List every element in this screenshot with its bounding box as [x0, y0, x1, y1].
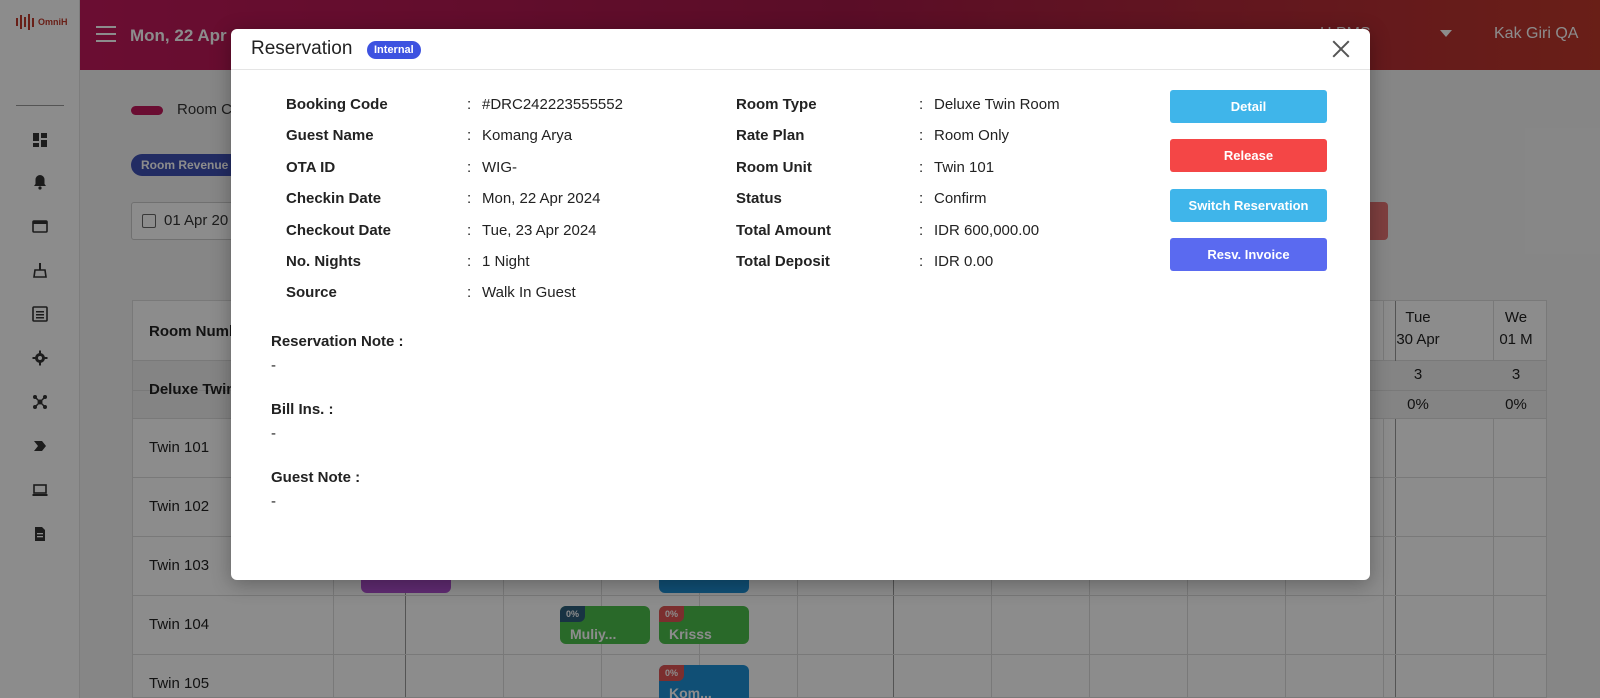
reservation-invoice-button[interactable]: Resv. Invoice — [1170, 238, 1327, 271]
field-label: Total Deposit — [736, 253, 830, 270]
status-value: Confirm — [934, 190, 987, 207]
field-colon: : — [467, 253, 472, 270]
close-icon[interactable] — [1330, 38, 1352, 60]
field-label: Checkin Date — [286, 190, 382, 207]
guest-note-value: - — [271, 493, 276, 510]
nights-value: 1 Night — [482, 253, 530, 270]
total-amount-value: IDR 600,000.00 — [934, 222, 1040, 239]
booking-code-value: #DRC242223555552 — [482, 96, 623, 113]
reservation-note-title: Reservation Note : — [271, 333, 404, 350]
field-colon: : — [467, 96, 472, 113]
field-label: No. Nights — [286, 253, 361, 270]
source-value: Walk In Guest — [482, 284, 576, 301]
field-colon: : — [467, 190, 472, 207]
field-colon: : — [467, 127, 472, 144]
rate-plan-value: Room Only — [934, 127, 1010, 144]
field-colon: : — [919, 190, 924, 207]
ota-id-value: WIG- — [482, 159, 517, 176]
field-colon: : — [919, 159, 924, 176]
field-colon: : — [467, 222, 472, 239]
field-colon: : — [467, 159, 472, 176]
room-unit-value: Twin 101 — [934, 159, 995, 176]
reservation-note-value: - — [271, 357, 276, 374]
total-deposit-value: IDR 0.00 — [934, 253, 994, 270]
checkin-date-value: Mon, 22 Apr 2024 — [482, 190, 601, 207]
room-type-value: Deluxe Twin Room — [934, 96, 1060, 113]
field-label: Source — [286, 284, 337, 301]
field-label: Room Type — [736, 96, 817, 113]
field-label: Status — [736, 190, 782, 207]
field-label: OTA ID — [286, 159, 336, 176]
field-label: Rate Plan — [736, 127, 805, 144]
field-colon: : — [919, 127, 924, 144]
modal-header: Reservation Internal — [231, 29, 1370, 70]
guest-name-value: Komang Arya — [482, 127, 573, 144]
field-label: Total Amount — [736, 222, 831, 239]
field-colon: : — [919, 96, 924, 113]
field-colon: : — [919, 222, 924, 239]
detail-button[interactable]: Detail — [1170, 90, 1327, 123]
guest-note-title: Guest Note : — [271, 469, 361, 486]
bill-instructions-value: - — [271, 425, 276, 442]
reservation-modal: Reservation Internal Booking Code : #DRC… — [231, 29, 1370, 580]
field-colon: : — [919, 253, 924, 270]
field-colon: : — [467, 284, 472, 301]
field-label: Booking Code — [286, 96, 388, 113]
field-label: Room Unit — [736, 159, 812, 176]
modal-title: Reservation — [251, 38, 353, 59]
checkout-date-value: Tue, 23 Apr 2024 — [482, 222, 597, 239]
release-button[interactable]: Release — [1170, 139, 1327, 172]
field-label: Guest Name — [286, 127, 374, 144]
bill-instructions-title: Bill Ins. : — [271, 401, 334, 418]
field-label: Checkout Date — [286, 222, 392, 239]
switch-reservation-button[interactable]: Switch Reservation — [1170, 189, 1327, 222]
internal-badge: Internal — [367, 41, 421, 59]
